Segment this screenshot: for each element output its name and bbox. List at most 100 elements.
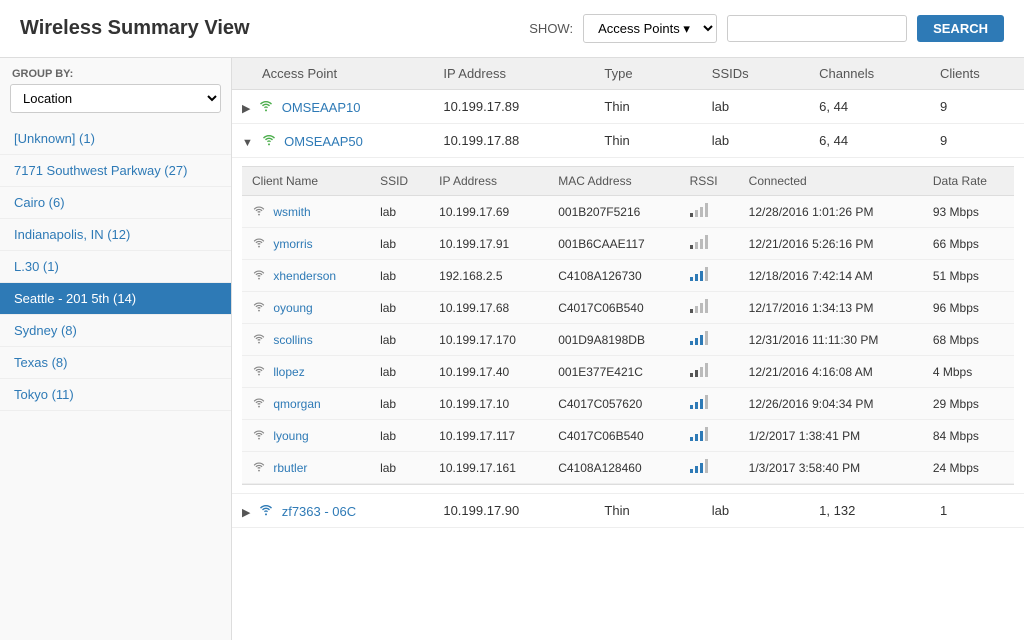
client-row: xhenderson lab 192.168.2.5 C4108A126730 … [242,260,1014,292]
expand-icon[interactable]: ▶ [242,507,250,519]
client-connected: 12/17/2016 1:34:13 PM [739,292,923,324]
ap-cell: ▶ zf7363 - 06C [232,494,433,528]
client-rssi [680,260,739,292]
sidebar: GROUP BY: Location Device SSID [Unknown]… [0,58,232,640]
client-mac: 001D9A8198DB [548,324,679,356]
signal-bars-icon [690,203,708,217]
client-name-link[interactable]: lyoung [273,429,308,443]
client-ssid: lab [370,260,429,292]
client-ssid: lab [370,228,429,260]
sidebar-item-sydney[interactable]: Sydney (8) [0,315,231,347]
sidebar-item-l30[interactable]: L.30 (1) [0,251,231,283]
client-mac: 001B6CAAE117 [548,228,679,260]
client-rate: 4 Mbps [923,356,1014,388]
ap-name-link[interactable]: OMSEAAP10 [282,100,361,115]
ip-cell: 10.199.17.89 [433,90,594,124]
client-wifi-icon [252,205,269,219]
expand-icon[interactable]: ▶ [242,103,250,115]
signal-bars-icon [690,427,708,441]
client-rssi [680,292,739,324]
client-mac: 001B207F5216 [548,196,679,228]
client-name-link[interactable]: llopez [273,365,304,379]
client-rate: 24 Mbps [923,452,1014,484]
group-by-select[interactable]: Location Device SSID [10,84,221,113]
client-ip: 10.199.17.91 [429,228,548,260]
client-rate: 29 Mbps [923,388,1014,420]
client-name: llopez [242,356,370,388]
client-ssid: lab [370,420,429,452]
client-row: ymorris lab 10.199.17.91 001B6CAAE117 12… [242,228,1014,260]
client-wifi-icon [252,365,269,379]
client-name-link[interactable]: oyoung [273,301,312,315]
sidebar-item-southwest[interactable]: 7171 Southwest Parkway (27) [0,155,231,187]
sidebar-item-seattle[interactable]: Seattle - 201 5th (14) [0,283,231,315]
client-mac: C4017C057620 [548,388,679,420]
sidebar-item-texas[interactable]: Texas (8) [0,347,231,379]
client-name-link[interactable]: xhenderson [273,269,336,283]
col-header-type: Type [594,58,701,90]
main-content: Access Point IP Address Type SSIDs Chann… [232,58,1024,640]
group-by-label: GROUP BY: [0,58,231,84]
client-wifi-icon [252,237,269,251]
client-rate: 68 Mbps [923,324,1014,356]
signal-bars-icon [690,459,708,473]
client-rssi [680,452,739,484]
client-ssid: lab [370,324,429,356]
ap-name-link[interactable]: OMSEAAP50 [284,134,363,149]
col-header-clients: Clients [930,58,1024,90]
channels-cell: 6, 44 [809,90,930,124]
client-ip: 192.168.2.5 [429,260,548,292]
table-row: ▶ zf7363 - 06C 10.199.17.90 Thin lab 1, … [232,494,1024,528]
search-button[interactable]: SEARCH [917,15,1004,42]
ssids-cell: lab [702,90,809,124]
client-connected: 12/18/2016 7:42:14 AM [739,260,923,292]
client-rate: 51 Mbps [923,260,1014,292]
wifi-icon [258,502,274,519]
sidebar-item-indianapolis[interactable]: Indianapolis, IN (12) [0,219,231,251]
client-row: scollins lab 10.199.17.170 001D9A8198DB … [242,324,1014,356]
ap-name-link[interactable]: zf7363 - 06C [282,504,356,519]
client-connected: 12/21/2016 4:16:08 AM [739,356,923,388]
clients-cell: 9 [930,124,1024,158]
search-input[interactable] [727,15,907,42]
client-name-link[interactable]: ymorris [273,237,312,251]
show-label: SHOW: [529,21,573,36]
client-row: lyoung lab 10.199.17.117 C4017C06B540 1/… [242,420,1014,452]
client-name: lyoung [242,420,370,452]
client-mac: C4108A128460 [548,452,679,484]
client-ip: 10.199.17.170 [429,324,548,356]
ssids-cell: lab [702,494,809,528]
expand-icon[interactable]: ▼ [242,137,253,149]
client-wifi-icon [252,397,269,411]
ssids-cell: lab [702,124,809,158]
signal-bars-icon [690,267,708,281]
client-ip: 10.199.17.68 [429,292,548,324]
sidebar-item-unknown[interactable]: [Unknown] (1) [0,123,231,155]
client-name-link[interactable]: qmorgan [273,397,320,411]
client-row: llopez lab 10.199.17.40 001E377E421C 12/… [242,356,1014,388]
client-name: xhenderson [242,260,370,292]
clients-cell: 9 [930,90,1024,124]
client-ssid: lab [370,452,429,484]
sub-col-name: Client Name [242,167,370,196]
client-connected: 12/31/2016 11:11:30 PM [739,324,923,356]
client-mac: C4017C06B540 [548,292,679,324]
client-rssi [680,356,739,388]
client-connected: 12/28/2016 1:01:26 PM [739,196,923,228]
client-row: wsmith lab 10.199.17.69 001B207F5216 12/… [242,196,1014,228]
sidebar-item-tokyo[interactable]: Tokyo (11) [0,379,231,411]
client-connected: 12/26/2016 9:04:34 PM [739,388,923,420]
sidebar-item-cairo[interactable]: Cairo (6) [0,187,231,219]
channels-cell: 6, 44 [809,124,930,158]
client-connected: 1/3/2017 3:58:40 PM [739,452,923,484]
col-header-channels: Channels [809,58,930,90]
col-header-ssids: SSIDs [702,58,809,90]
col-header-ip: IP Address [433,58,594,90]
client-wifi-icon [252,333,269,347]
signal-bars-icon [690,395,708,409]
client-name-link[interactable]: wsmith [273,205,310,219]
show-select[interactable]: Access Points ▾ Clients [583,14,717,43]
table-row: ▶ OMSEAAP10 10.199.17.89 Thin lab 6, 44 … [232,90,1024,124]
client-name-link[interactable]: rbutler [273,461,307,475]
client-name-link[interactable]: scollins [273,333,312,347]
